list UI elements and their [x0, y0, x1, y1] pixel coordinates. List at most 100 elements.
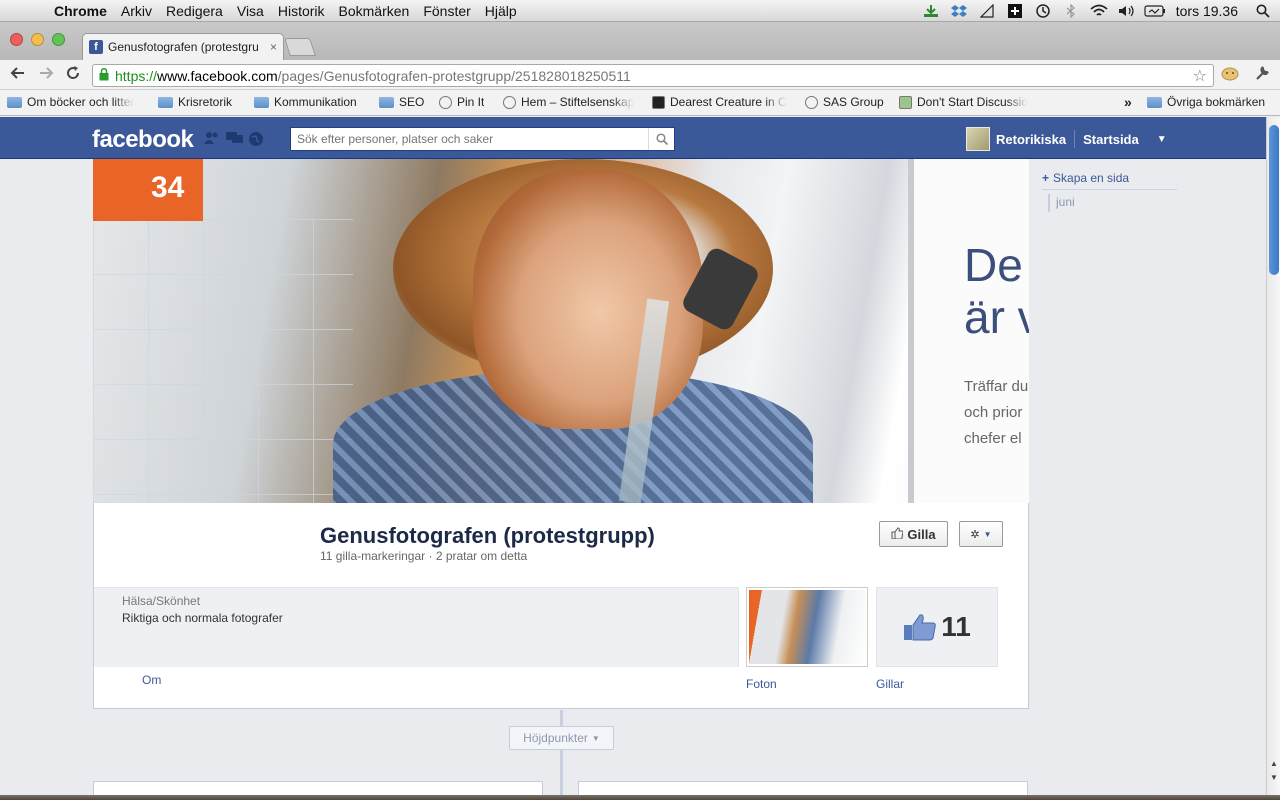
bookmark-label: Om böcker och litter [27, 95, 135, 109]
page-scrollbar[interactable]: ▲ ▼ [1266, 117, 1280, 800]
menu-bokmarken[interactable]: Bokmärken [339, 3, 410, 19]
cover-face [473, 169, 703, 429]
bookmark-item[interactable]: Pin It [439, 95, 484, 109]
likes-box[interactable]: 11 [876, 587, 998, 667]
like-button[interactable]: Gilla [879, 521, 948, 547]
page-title[interactable]: Genusfotografen (protestgrupp) [320, 523, 655, 549]
search-input[interactable] [291, 128, 648, 150]
menu-app-name[interactable]: Chrome [54, 3, 107, 19]
menu-fonster[interactable]: Fönster [423, 3, 470, 19]
browser-toolbar: https:// www.facebook.com /pages/Genusfo… [0, 60, 1280, 90]
tab-close-icon[interactable]: × [270, 40, 277, 54]
home-link[interactable]: Startsida [1083, 132, 1139, 147]
notification-jewels [204, 131, 264, 146]
forward-icon[interactable] [36, 65, 56, 85]
zoom-window-button[interactable] [52, 33, 65, 46]
close-window-button[interactable] [10, 33, 23, 46]
poster-text: Träffar du och prior chefer el [964, 378, 1029, 447]
battery-icon[interactable] [1144, 0, 1166, 22]
time-machine-icon[interactable] [1032, 0, 1054, 22]
site-icon [652, 95, 665, 109]
menu-arkiv[interactable]: Arkiv [121, 3, 152, 19]
volume-icon[interactable] [1116, 0, 1138, 22]
bookmark-item[interactable]: Om böcker och litter [7, 95, 143, 109]
bookmark-item[interactable]: Dearest Creature in C [652, 95, 788, 109]
bookmark-label: Pin It [457, 95, 485, 109]
address-bar[interactable]: https:// www.facebook.com /pages/Genusfo… [92, 64, 1214, 87]
bluetooth-icon[interactable] [1060, 0, 1082, 22]
spotlight-icon[interactable] [1252, 0, 1274, 22]
about-link[interactable]: Om [142, 673, 161, 687]
bookmarks-bar: Om böcker och litter Krisretorik Kommuni… [0, 90, 1280, 116]
user-name-link[interactable]: Retorikiska [996, 132, 1066, 147]
menu-redigera[interactable]: Redigera [166, 3, 223, 19]
likes-link[interactable]: Gillar [876, 677, 904, 691]
notes-icon[interactable] [976, 0, 998, 22]
like-button-label: Gilla [907, 526, 936, 542]
minimize-window-button[interactable] [31, 33, 44, 46]
page-settings-button[interactable]: ✲ ▼ [959, 521, 1003, 547]
dropbox-icon[interactable] [948, 0, 970, 22]
scroll-down-icon[interactable]: ▼ [1269, 773, 1279, 782]
wifi-icon[interactable] [1088, 0, 1110, 22]
poster-headline: De är v [964, 239, 1029, 343]
tab-strip: f Genusfotografen (protestgru × [0, 22, 1280, 60]
other-bookmarks[interactable]: Övriga bokmärken [1147, 95, 1265, 109]
plus-icon: + [1042, 171, 1050, 185]
photos-thumbnail[interactable] [746, 587, 868, 667]
bookmark-item[interactable]: SAS Group [805, 95, 884, 109]
menu-clock[interactable]: tors 19.36 [1176, 3, 1238, 19]
extension-icon[interactable] [1220, 65, 1240, 85]
download-icon[interactable] [920, 0, 942, 22]
menu-visa[interactable]: Visa [237, 3, 264, 19]
cover-tiles [93, 219, 353, 503]
globe-icon [503, 95, 516, 109]
back-icon[interactable] [8, 65, 28, 85]
tab-active[interactable]: f Genusfotografen (protestgru × [82, 33, 284, 60]
account-menu-chevron-down-icon[interactable]: ▼ [1157, 134, 1167, 145]
create-page-link[interactable]: + Skapa en sida [1042, 171, 1177, 190]
thumbs-up-icon [891, 526, 904, 542]
site-icon [899, 95, 912, 109]
bookmark-label: SEO [399, 95, 425, 109]
wrench-icon[interactable] [1252, 65, 1272, 85]
highlights-label: Höjdpunkter [523, 731, 588, 745]
folder-icon [1147, 96, 1162, 108]
bookmark-item[interactable]: SEO [379, 95, 424, 109]
bookmark-item[interactable]: Hem – Stiftelsenskap [503, 95, 638, 109]
menu-historik[interactable]: Historik [278, 3, 325, 19]
reload-icon[interactable] [63, 65, 83, 85]
bookmark-label: SAS Group [823, 95, 884, 109]
scroll-up-icon[interactable]: ▲ [1269, 759, 1279, 768]
facebook-logo[interactable]: facebook [92, 126, 194, 154]
bookmark-star-icon[interactable]: ☆ [1193, 66, 1207, 86]
bookmark-item[interactable]: Krisretorik [158, 95, 232, 109]
friend-requests-icon[interactable] [204, 131, 220, 145]
other-bookmarks-label: Övriga bokmärken [1167, 95, 1266, 109]
tab-title: Genusfotografen (protestgru [108, 40, 259, 54]
new-tab-button[interactable] [284, 38, 316, 56]
page-stats: 11 gilla-markeringar · 2 pratar om detta [320, 549, 528, 563]
folder-icon [158, 96, 173, 108]
chevron-down-icon: ▼ [591, 733, 600, 743]
messages-icon[interactable] [226, 131, 243, 145]
avatar[interactable] [966, 127, 990, 151]
menu-hjalp[interactable]: Hjälp [485, 3, 517, 19]
globe-icon [439, 95, 452, 109]
url-path: /pages/Genusfotografen-protestgrupp/2518… [277, 67, 631, 84]
plus-app-icon[interactable] [1004, 0, 1026, 22]
scroll-thumb[interactable] [1269, 125, 1279, 275]
photos-link[interactable]: Foton [746, 677, 777, 691]
cover-photo[interactable]: 34 De är v Träffar du och prior chefer e… [93, 159, 1029, 503]
search-icon[interactable] [648, 128, 674, 150]
bookmark-item[interactable]: Kommunikation [254, 95, 357, 109]
bookmarks-overflow-icon[interactable]: » [1124, 94, 1132, 110]
facebook-header: facebook Retorikiska Startsida ▼ [0, 117, 1266, 159]
about-section[interactable]: Hälsa/Skönhet Riktiga och normala fotogr… [94, 587, 739, 667]
highlights-button[interactable]: Höjdpunkter ▼ [509, 726, 614, 750]
bookmark-item[interactable]: Don't Start Discussio [899, 95, 1035, 109]
cover-poster: De är v Träffar du och prior chefer el [908, 159, 1029, 503]
mac-menu-bar: Chrome Arkiv Redigera Visa Historik Bokm… [0, 0, 1280, 22]
notifications-globe-icon[interactable] [248, 131, 264, 146]
timeline-month-link[interactable]: juni [1048, 194, 1177, 212]
